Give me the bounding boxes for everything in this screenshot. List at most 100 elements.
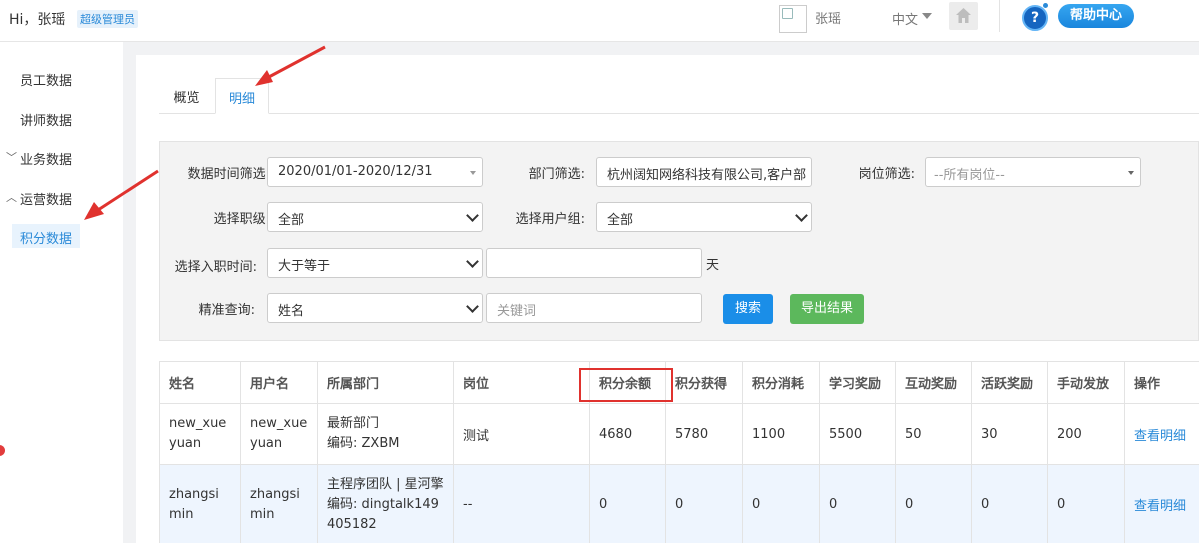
chevron-up-icon[interactable]: ︿ [6,189,17,205]
dept-filter-input[interactable]: 杭州阔知网络科技有限公司,客户部 [596,157,812,187]
col-header-dept: 所属部门 [317,361,454,404]
cell-earned: 0 [665,464,743,543]
cell-manual: 0 [1047,464,1125,543]
cell-dept-code: 编码: ZXBM [327,436,400,451]
greeting: Hi，张瑶 [9,12,66,28]
post-filter-label: 岗位筛选: [858,167,915,182]
cell-earned: 5780 [665,403,743,465]
table-row: new_xueyuan new_xueyuan 最新部门 编码: ZXBM 测试… [159,403,1199,465]
chevron-down-icon [466,255,479,268]
view-detail-link[interactable]: 查看明细 [1124,403,1199,465]
cell-manual: 200 [1047,403,1125,465]
avatar[interactable] [779,5,807,33]
group-value: 全部 [607,213,634,228]
hire-compare-value: 大于等于 [278,259,331,274]
query-filter-label: 精准查询: [198,303,255,318]
col-header-post: 岗位 [453,361,590,404]
cell-active: 0 [971,464,1048,543]
dept-filter-label: 部门筛选: [528,167,585,182]
date-range-input[interactable]: 2020/01/01-2020/12/31 [267,157,483,187]
home-icon [956,8,971,23]
keyword-input[interactable]: 关键词 [486,293,702,323]
cell-name: zhangsimin [159,464,241,543]
cell-balance: 4680 [589,403,666,465]
query-field-value: 姓名 [278,304,305,319]
username-link[interactable]: 张瑶 [815,8,841,27]
rank-filter-label: 选择职级: [213,212,270,227]
caret-down-icon [470,171,476,175]
hire-days-input[interactable] [486,248,702,278]
table-row: zhangsimin zhangsimin 主程序团队 | 星河擎天领 编码: … [159,464,1199,543]
time-filter-label: 数据时间筛选: [187,167,270,182]
home-button[interactable] [949,2,978,30]
caret-down-icon[interactable] [922,13,932,19]
tab-overview[interactable]: 概览 [159,78,214,114]
hire-filter-label: 选择入职时间: [174,260,257,275]
col-header-interact-reward: 互动奖励 [895,361,972,404]
col-header-study-reward: 学习奖励 [819,361,896,404]
chevron-down-icon [466,209,479,222]
cell-post: -- [453,464,590,543]
table-header-row: 姓名 用户名 所属部门 岗位 积分余额 积分获得 积分消耗 学习奖励 互动奖励 … [159,361,1199,404]
view-detail-link[interactable]: 查看明细 [1124,464,1199,543]
cell-post: 测试 [453,403,590,465]
cell-dept-name: 主程序团队 | 星河擎天领 [327,476,444,492]
col-header-manual: 手动发放 [1047,361,1125,404]
caret-down-icon [1128,171,1134,175]
header-divider [999,0,1000,32]
cell-username-text: new_xueyuan [250,416,308,451]
rank-select[interactable]: 全部 [267,202,483,232]
tab-detail[interactable]: 明细 [215,78,269,114]
cell-study: 0 [819,464,896,543]
cell-consumed: 1100 [742,403,820,465]
cell-name-text: new_xueyuan [169,416,227,451]
language-select[interactable]: 中文 [892,9,918,28]
cell-dept-code: 编码: dingtalk149405182 [327,496,439,532]
days-unit-label: 天 [706,258,720,273]
sidebar-item-points-data[interactable]: 积分数据 [12,224,80,248]
highlight-box [579,368,673,402]
main-panel: 概览 明细 数据时间筛选: 2020/01/01-2020/12/31 部门筛选… [136,55,1199,543]
post-filter-select[interactable]: --所有岗位-- [925,157,1141,187]
export-button[interactable]: 导出结果 [790,294,864,324]
chevron-down-icon[interactable]: ﹀ [6,149,17,165]
cell-username-text: zhangsimin [250,486,300,522]
sidebar-item-lecturer-data[interactable]: 讲师数据 [20,110,72,129]
cell-consumed: 0 [742,464,820,543]
cell-study: 5500 [819,403,896,465]
cell-dept-name: 最新部门 [327,416,380,431]
col-header-active-reward: 活跃奖励 [971,361,1048,404]
sidebar-item-employee-data[interactable]: 员工数据 [20,70,72,89]
cell-active: 30 [971,403,1048,465]
points-table: 姓名 用户名 所属部门 岗位 积分余额 积分获得 积分消耗 学习奖励 互动奖励 … [159,361,1199,543]
col-header-action: 操作 [1124,361,1199,404]
search-button[interactable]: 搜索 [723,294,773,324]
top-header: Hi，张瑶 超级管理员 张瑶 中文 ? 帮助中心 [0,0,1199,42]
help-center-button[interactable]: 帮助中心 [1058,4,1134,28]
role-badge: 超级管理员 [77,10,138,28]
col-header-consumed: 积分消耗 [742,361,820,404]
col-header-name: 姓名 [159,361,241,404]
help-question-icon[interactable]: ? [1022,5,1048,31]
chevron-down-icon [795,209,808,222]
sidebar-item-business-data[interactable]: 业务数据 [20,149,72,168]
cell-interact: 50 [895,403,972,465]
col-header-earned: 积分获得 [665,361,743,404]
sidebar-item-operation-data[interactable]: 运营数据 [20,189,72,208]
tabs-divider [159,113,1199,114]
cell-dept: 最新部门 编码: ZXBM [317,403,454,465]
cell-username: zhangsimin [240,464,318,543]
group-filter-label: 选择用户组: [515,212,585,227]
col-header-username: 用户名 [240,361,318,404]
cell-name: new_xueyuan [159,403,241,465]
filter-panel: 数据时间筛选: 2020/01/01-2020/12/31 部门筛选: 杭州阔知… [159,141,1199,341]
sidebar: 员工数据 讲师数据 ﹀ 业务数据 ︿ 运营数据 积分数据 [0,42,123,543]
query-field-select[interactable]: 姓名 [267,293,483,323]
rank-value: 全部 [278,213,305,228]
hire-compare-select[interactable]: 大于等于 [267,248,483,278]
cell-username: new_xueyuan [240,403,318,465]
date-range-value: 2020/01/01-2020/12/31 [278,164,433,179]
group-select[interactable]: 全部 [596,202,812,232]
chevron-down-icon [466,300,479,313]
help-dot-icon [1043,3,1048,8]
